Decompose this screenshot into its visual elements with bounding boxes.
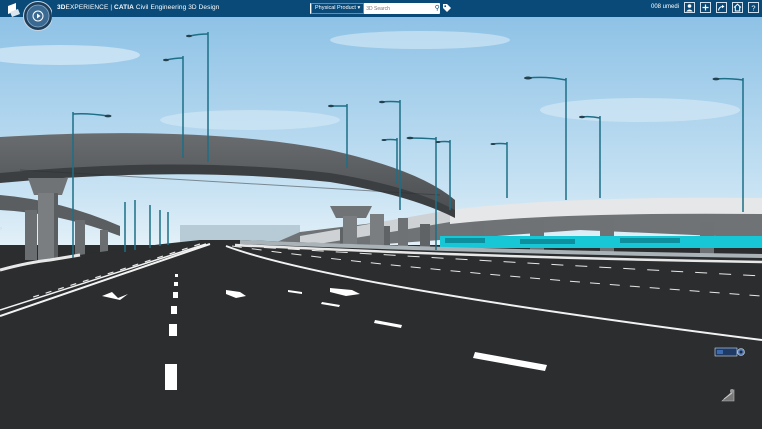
app-title: 3DEXPERIENCE | CATIA Civil Engineering 3… (57, 4, 220, 11)
search-input[interactable] (364, 4, 435, 13)
camera-icon[interactable] (714, 346, 748, 358)
road-surface (0, 240, 762, 429)
tag-icon[interactable] (442, 3, 452, 13)
robot-icon[interactable] (718, 384, 738, 404)
add-icon[interactable] (700, 2, 711, 13)
side-panel-toggle[interactable]: › (0, 222, 6, 236)
svg-text:?: ? (751, 3, 755, 12)
search-scope-dropdown[interactable]: Physical Product ▾ (311, 3, 365, 14)
compass-icon[interactable] (2, 0, 52, 33)
search-bar: Physical Product ▾ ⚲ (310, 3, 440, 14)
top-bar: 3DEXPERIENCE | CATIA Civil Engineering 3… (0, 0, 762, 17)
viewport-3d-scene[interactable] (0, 17, 762, 429)
search-icon[interactable]: ⚲ (434, 4, 440, 13)
help-icon[interactable]: ? (748, 2, 759, 13)
water-strip (440, 236, 762, 248)
share-icon[interactable] (716, 2, 727, 13)
user-name[interactable]: 008 umedi (651, 4, 679, 10)
user-icon[interactable] (684, 2, 695, 13)
home-icon[interactable] (732, 2, 743, 13)
